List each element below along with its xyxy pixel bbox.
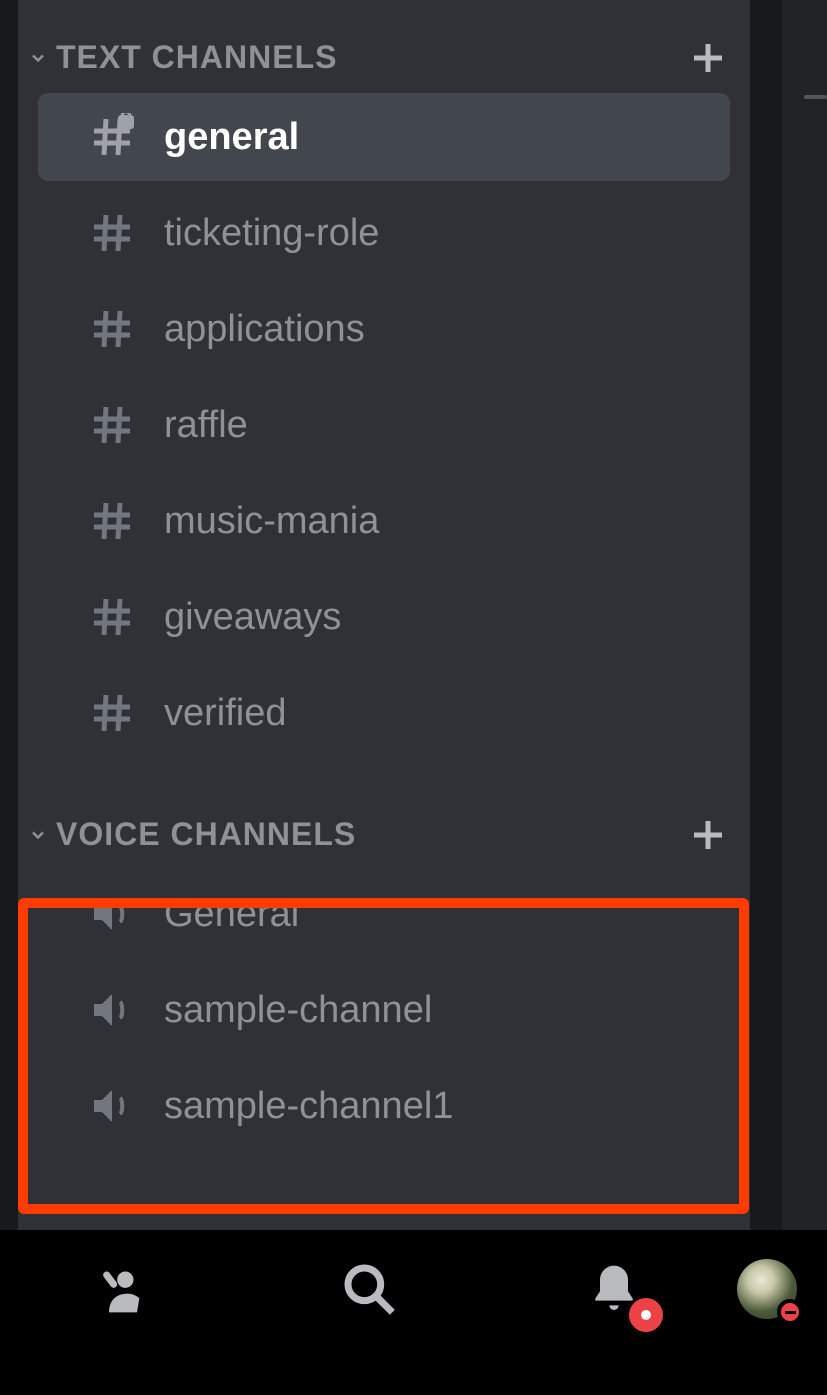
channel-name-label: raffle bbox=[164, 404, 248, 447]
avatar bbox=[737, 1259, 797, 1319]
speaker-icon bbox=[88, 1082, 136, 1130]
friends-button[interactable] bbox=[0, 1230, 246, 1348]
right-edge-indicator bbox=[804, 95, 827, 99]
notifications-button[interactable] bbox=[491, 1230, 737, 1348]
add-text-channel-button[interactable] bbox=[684, 34, 732, 82]
notification-badge bbox=[629, 1298, 663, 1332]
channel-name-label: general bbox=[164, 116, 299, 159]
voice-channels-header[interactable]: VOICE CHANNELS bbox=[18, 807, 750, 862]
search-button[interactable] bbox=[246, 1230, 492, 1348]
wave-person-icon bbox=[95, 1261, 151, 1317]
right-edge-strip bbox=[782, 0, 827, 1230]
hash-lock-icon bbox=[88, 113, 136, 161]
voice-channel-sample-channel[interactable]: sample-channel bbox=[38, 966, 730, 1054]
add-voice-channel-button[interactable] bbox=[684, 811, 732, 859]
speaker-icon bbox=[88, 986, 136, 1034]
channel-name-label: sample-channel1 bbox=[164, 1085, 453, 1128]
bottom-empty-area bbox=[0, 1348, 827, 1395]
text-channel-music-mania[interactable]: music-mania bbox=[38, 477, 730, 565]
channel-name-label: music-mania bbox=[164, 500, 379, 543]
text-channel-general[interactable]: general bbox=[38, 93, 730, 181]
channel-name-label: ticketing-role bbox=[164, 212, 379, 255]
hash-icon bbox=[88, 209, 136, 257]
text-channel-verified[interactable]: verified bbox=[38, 669, 730, 757]
voice-channel-general[interactable]: General bbox=[38, 870, 730, 958]
hash-icon bbox=[88, 305, 136, 353]
channel-name-label: giveaways bbox=[164, 596, 341, 639]
chevron-down-icon bbox=[28, 825, 48, 845]
chevron-down-icon bbox=[28, 48, 48, 68]
voice-channels-label: VOICE CHANNELS bbox=[56, 816, 684, 853]
hash-icon bbox=[88, 497, 136, 545]
hash-icon bbox=[88, 593, 136, 641]
bottom-nav-bar bbox=[0, 1230, 827, 1348]
text-channel-ticketing-role[interactable]: ticketing-role bbox=[38, 189, 730, 277]
channel-sidebar: TEXT CHANNELS general ticketing-role app… bbox=[18, 0, 750, 1230]
hash-icon bbox=[88, 401, 136, 449]
channel-name-label: verified bbox=[164, 692, 287, 735]
hash-icon bbox=[88, 689, 136, 737]
text-channels-header[interactable]: TEXT CHANNELS bbox=[18, 30, 750, 85]
text-channel-applications[interactable]: applications bbox=[38, 285, 730, 373]
voice-channel-sample-channel1[interactable]: sample-channel1 bbox=[38, 1062, 730, 1150]
text-channel-raffle[interactable]: raffle bbox=[38, 381, 730, 469]
text-channel-giveaways[interactable]: giveaways bbox=[38, 573, 730, 661]
text-channels-label: TEXT CHANNELS bbox=[56, 39, 684, 76]
channel-name-label: applications bbox=[164, 308, 365, 351]
channel-name-label: sample-channel bbox=[164, 989, 432, 1032]
user-avatar-button[interactable] bbox=[737, 1230, 827, 1348]
search-icon bbox=[341, 1261, 397, 1317]
status-dnd-icon bbox=[777, 1299, 803, 1325]
speaker-icon bbox=[88, 890, 136, 938]
channel-name-label: General bbox=[164, 893, 299, 936]
